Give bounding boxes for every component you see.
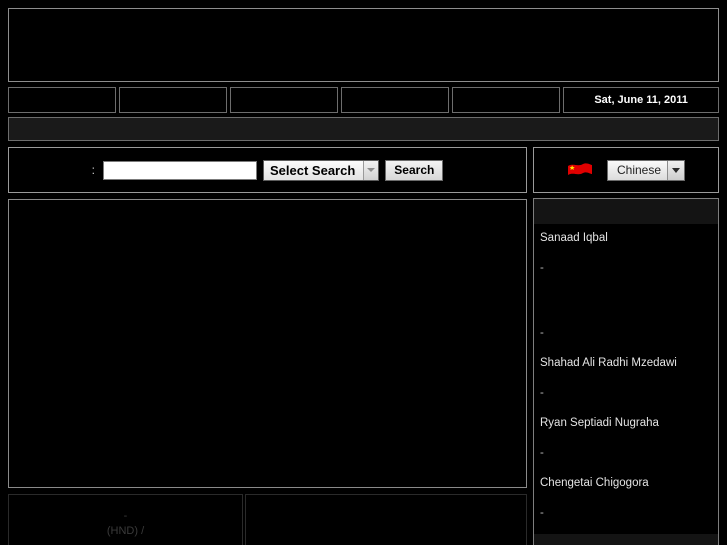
- left-column: : Select Search Search - (HND) /: [8, 147, 527, 545]
- list-item[interactable]: Sanaad Iqbal: [540, 232, 718, 245]
- names-panel-header: [534, 199, 718, 224]
- nav-item-4[interactable]: [341, 87, 450, 113]
- main-content-area: [8, 199, 527, 488]
- list-item[interactable]: -: [540, 327, 718, 340]
- names-panel: Sanaad Iqbal - - Shahad Ali Radhi Mzedaw…: [533, 198, 719, 545]
- page-root: Sat, June 11, 2011 : Select Search Searc…: [0, 8, 727, 545]
- site-banner: [8, 8, 719, 82]
- language-select-value: Chinese: [617, 163, 662, 177]
- search-panel: : Select Search Search: [8, 147, 527, 193]
- bottom-cell-right: [245, 494, 527, 545]
- chevron-down-icon[interactable]: [667, 160, 684, 180]
- nav-item-1[interactable]: [8, 87, 117, 113]
- current-date: Sat, June 11, 2011: [563, 87, 719, 113]
- names-list: Sanaad Iqbal - - Shahad Ali Radhi Mzedaw…: [534, 224, 718, 534]
- bottom-cell-left-line1: -: [123, 510, 128, 522]
- list-item[interactable]: Chengetai Chigogora: [540, 477, 718, 490]
- nav-item-3[interactable]: [230, 87, 339, 113]
- list-item[interactable]: -: [540, 507, 718, 520]
- chevron-down-icon[interactable]: [363, 160, 379, 180]
- search-colon-label: :: [91, 163, 96, 177]
- bottom-row: - (HND) /: [8, 494, 527, 545]
- nav-item-5[interactable]: [452, 87, 561, 113]
- list-item[interactable]: -: [540, 447, 718, 460]
- search-scope-value: Select Search: [270, 162, 356, 178]
- right-column: Chinese Sanaad Iqbal - - Shahad Ali Radh…: [533, 147, 719, 545]
- bottom-cell-left: - (HND) /: [8, 494, 243, 545]
- list-item[interactable]: -: [540, 262, 718, 275]
- language-select[interactable]: Chinese: [607, 159, 685, 181]
- search-scope-select[interactable]: Select Search: [263, 159, 380, 181]
- chinese-flag-icon: [568, 162, 592, 175]
- bottom-cell-left-line2: (HND) /: [106, 525, 145, 537]
- secondary-bar: [8, 117, 719, 141]
- list-item[interactable]: -: [540, 387, 718, 400]
- search-button[interactable]: Search: [385, 159, 444, 181]
- language-panel: Chinese: [533, 147, 719, 193]
- list-item[interactable]: Shahad Ali Radhi Mzedawi: [540, 357, 718, 370]
- list-item[interactable]: Ryan Septiadi Nugraha: [540, 417, 718, 430]
- content-columns: : Select Search Search - (HND) / Chinese…: [8, 147, 719, 545]
- names-panel-footer: [534, 534, 718, 545]
- primary-nav: Sat, June 11, 2011: [8, 87, 719, 113]
- search-input[interactable]: [103, 160, 258, 180]
- nav-item-2[interactable]: [119, 87, 228, 113]
